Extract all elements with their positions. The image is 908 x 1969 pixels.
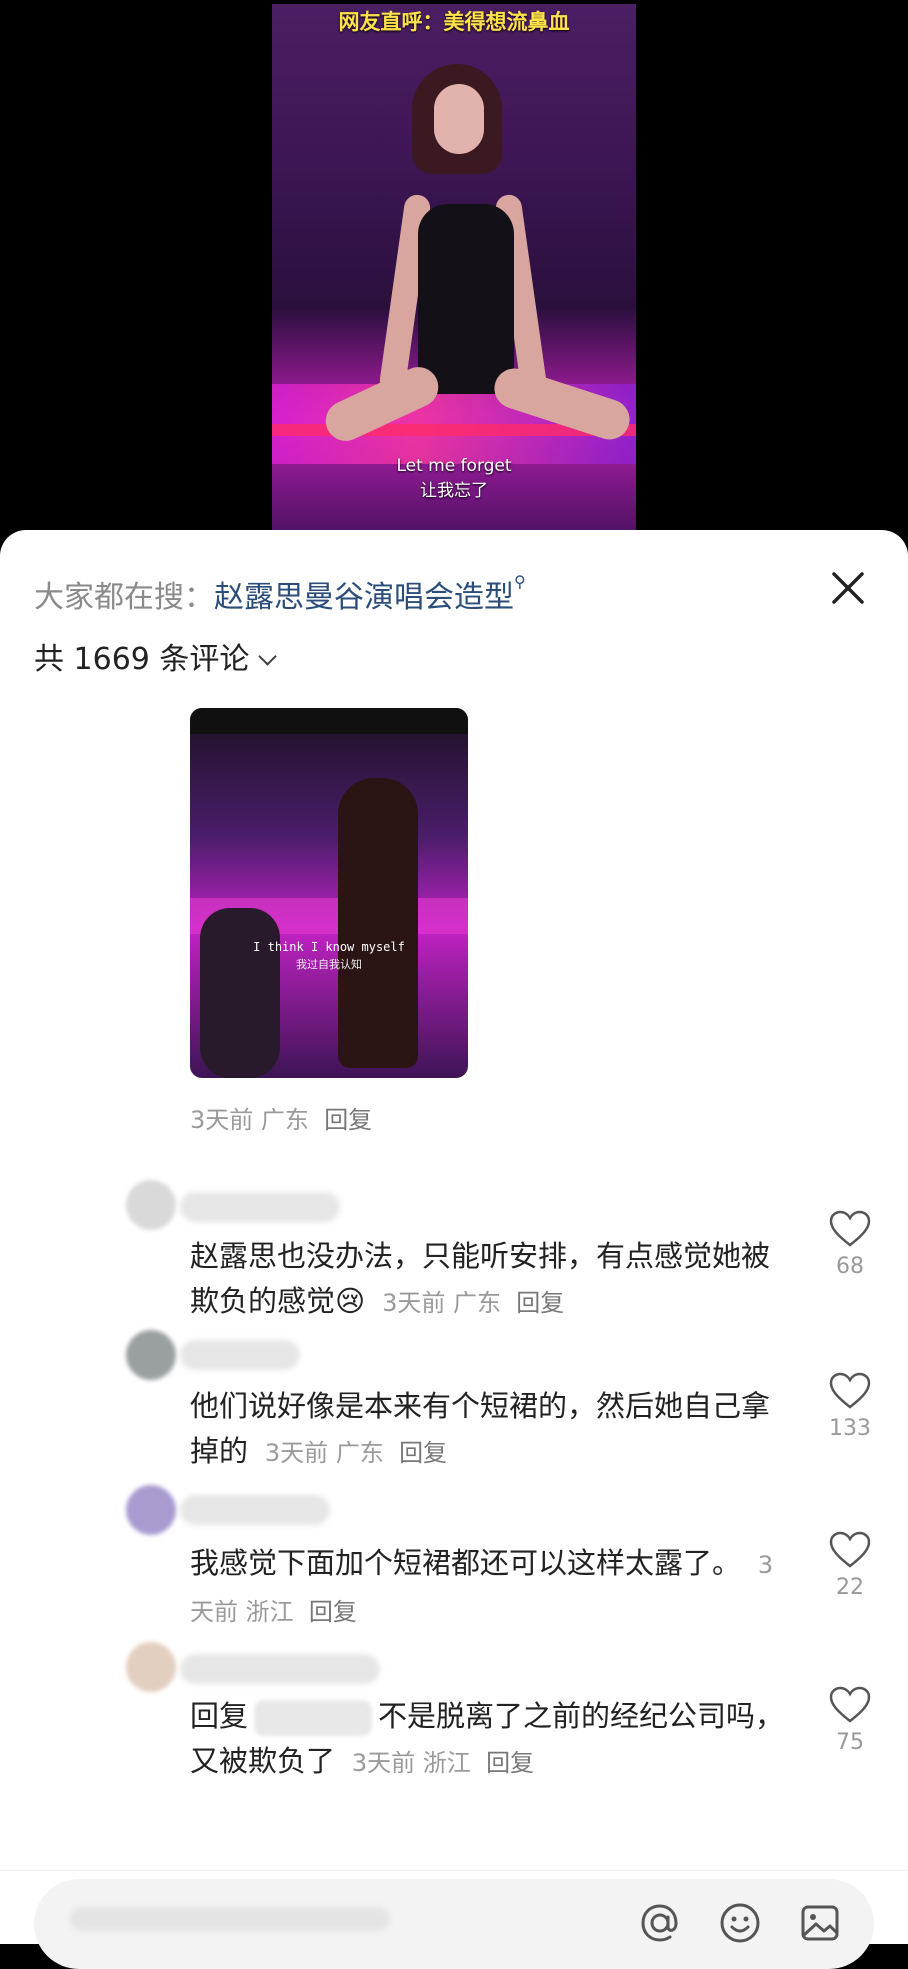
reply-button[interactable]: 回复 (324, 1106, 372, 1134)
comment-text: 我感觉下面加个短裙都还可以这样太露了。 3天前 浙江 回复 (190, 1546, 774, 1626)
input-placeholder (70, 1907, 390, 1931)
search-term-link[interactable]: 赵露思曼谷演唱会造型 (214, 580, 514, 615)
search-hint: 大家都在搜： (34, 580, 214, 615)
avatar[interactable] (126, 1642, 176, 1692)
username[interactable] (180, 1654, 380, 1684)
video-area[interactable]: 网友直呼：美得想流鼻血 Let me forget 让我忘了 (0, 0, 908, 560)
username[interactable] (180, 1192, 340, 1222)
reply-button[interactable]: 回复 (399, 1439, 447, 1467)
heart-icon (829, 1686, 871, 1723)
heart-icon (829, 1210, 871, 1247)
video-player[interactable]: 网友直呼：美得想流鼻血 Let me forget 让我忘了 (272, 4, 636, 556)
username[interactable] (180, 1340, 300, 1370)
like-count: 133 (829, 1416, 871, 1441)
comment-image[interactable]: I think I know myself 我过自我认知 (190, 708, 468, 1078)
search-suggestion[interactable]: 大家都在搜：赵露思曼谷演唱会造型⚲ (34, 572, 526, 616)
mentioned-user[interactable] (254, 1700, 373, 1736)
image-caption-en: I think I know myself (253, 940, 405, 954)
close-icon[interactable] (826, 566, 870, 610)
search-icon: ⚲ (514, 572, 526, 591)
heart-icon (829, 1372, 871, 1409)
comment-input[interactable] (34, 1879, 874, 1969)
username[interactable] (180, 1495, 330, 1525)
comment-count-sort[interactable]: 共 1669 条评论 (34, 634, 278, 678)
video-title: 网友直呼：美得想流鼻血 (338, 10, 570, 34)
crying-emoji-icon: 😢 (335, 1284, 366, 1318)
avatar[interactable] (126, 1330, 176, 1380)
like-button[interactable]: 133 (826, 1372, 874, 1441)
avatar[interactable] (126, 1180, 176, 1230)
comment-meta: 3天前 广东 回复 (190, 1106, 373, 1134)
image-caption-zh: 我过自我认知 (296, 958, 362, 971)
comment-input-bar (0, 1870, 908, 1969)
like-button[interactable]: 75 (826, 1686, 874, 1755)
reply-button[interactable]: 回复 (516, 1289, 564, 1317)
video-subtitle-zh: 让我忘了 (420, 481, 488, 501)
reply-button[interactable]: 回复 (486, 1749, 534, 1777)
heart-icon (829, 1531, 871, 1568)
comment-text: 他们说好像是本来有个短裙的，然后她自己拿掉的 3天前 广东 回复 (190, 1389, 771, 1468)
comment-text: 回复 不是脱离了之前的经纪公司吗，又被欺负了 3天前 浙江 回复 (190, 1699, 785, 1778)
comments-sheet: 大家都在搜：赵露思曼谷演唱会造型⚲ 共 1669 条评论 I think I k… (0, 530, 908, 1969)
comment-text: 赵露思也没办法，只能听安排，有点感觉她被欺负的感觉😢 3天前 广东 回复 (190, 1239, 771, 1318)
reply-button[interactable]: 回复 (309, 1598, 357, 1626)
comment-count: 共 1669 条评论 (34, 642, 250, 677)
chevron-down-icon (258, 647, 278, 666)
like-count: 68 (836, 1254, 864, 1279)
like-count: 75 (836, 1730, 864, 1755)
video-subtitle-en: Let me forget (396, 456, 512, 476)
image-icon[interactable] (794, 1897, 846, 1949)
like-count: 22 (836, 1575, 864, 1600)
avatar[interactable] (126, 1485, 176, 1535)
like-button[interactable]: 68 (826, 1210, 874, 1279)
at-icon[interactable] (634, 1897, 686, 1949)
like-button[interactable]: 22 (826, 1531, 874, 1600)
emoji-icon[interactable] (714, 1897, 766, 1949)
